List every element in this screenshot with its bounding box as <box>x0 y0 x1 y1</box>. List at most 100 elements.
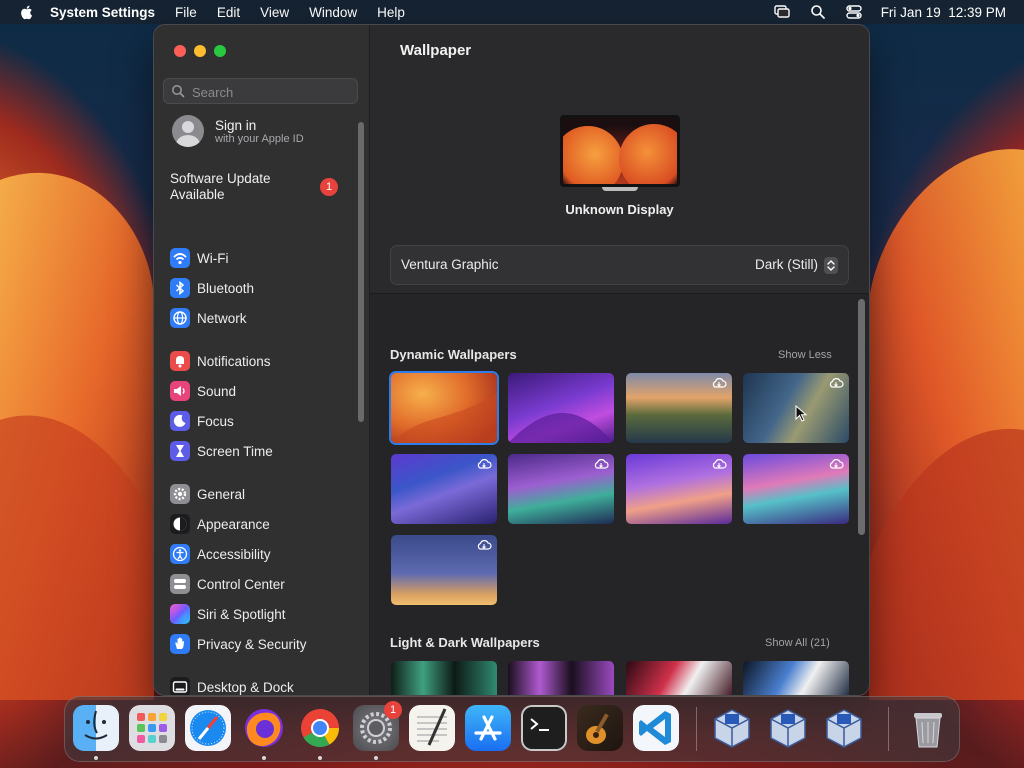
sidebar-item-signin[interactable]: Sign in with your Apple ID <box>172 115 304 147</box>
textedit-icon[interactable] <box>409 705 455 751</box>
wallpaper-thumb-big-sur-graphic-3[interactable] <box>626 454 732 524</box>
wallpaper-thumb-ventura-red[interactable] <box>626 661 732 695</box>
sidebar-scrollbar[interactable] <box>358 122 364 422</box>
accessibility-icon <box>170 544 190 564</box>
dock-icon <box>170 677 190 695</box>
spotlight-search-icon[interactable] <box>809 3 827 21</box>
sidebar-item-label: Sound <box>197 383 237 399</box>
wallpaper-gallery: Dynamic Wallpapers Show Less Light & Dar… <box>370 294 869 695</box>
screen-mirroring-icon[interactable] <box>773 3 791 21</box>
chrome-icon[interactable] <box>297 705 343 751</box>
wifi-icon <box>170 248 190 268</box>
wallpaper-thumb-catalina-coast[interactable] <box>743 373 849 443</box>
wallpaper-thumb-imac-green[interactable] <box>391 661 497 695</box>
light-dark-wallpapers-heading: Light & Dark Wallpapers <box>390 635 540 650</box>
sidebar-item-network[interactable]: Network <box>170 306 355 330</box>
sidebar-item-label: Network <box>197 310 247 326</box>
vscode-icon[interactable] <box>633 705 679 751</box>
menu-window[interactable]: Window <box>309 5 357 20</box>
sidebar-item-focus[interactable]: Focus <box>170 409 355 433</box>
safari-icon[interactable] <box>185 705 231 751</box>
sidebar-item-label: Appearance <box>197 516 270 532</box>
finder-icon[interactable] <box>73 705 119 751</box>
trash-icon[interactable] <box>905 705 951 751</box>
control-center-icon <box>170 574 190 594</box>
apple-menu-icon[interactable] <box>18 3 36 21</box>
display-preview <box>560 115 680 191</box>
dock-settings-badge: 1 <box>384 701 402 719</box>
launchpad-icon[interactable] <box>129 705 175 751</box>
sidebar-item-label: Wi-Fi <box>197 250 229 266</box>
sidebar-item-notifications[interactable]: Notifications <box>170 349 355 373</box>
wallpaper-thumb-ventura-blue[interactable] <box>743 661 849 695</box>
sidebar-item-label: Notifications <box>197 353 271 369</box>
wallpaper-thumb-ventura[interactable] <box>391 373 497 443</box>
menu-file[interactable]: File <box>175 5 197 20</box>
show-less-button[interactable]: Show Less <box>778 349 832 361</box>
download-cloud-icon <box>829 459 844 469</box>
control-center-menu-icon[interactable] <box>845 3 863 21</box>
download-cloud-icon <box>594 459 609 469</box>
sidebar-item-label: Focus <box>197 413 234 429</box>
moon-icon <box>170 411 190 431</box>
menu-app-name[interactable]: System Settings <box>50 5 155 20</box>
app-store-icon[interactable] <box>465 705 511 751</box>
sidebar-item-sound[interactable]: Sound <box>170 379 355 403</box>
menu-view[interactable]: View <box>260 5 289 20</box>
sidebar-item-label: Siri & Spotlight <box>197 606 286 622</box>
wallpaper-thumb-big-sur-graphic-2[interactable] <box>508 454 614 524</box>
sidebar-item-siri-spotlight[interactable]: Siri & Spotlight <box>170 602 355 626</box>
speaker-icon <box>170 381 190 401</box>
sidebar-item-control-center[interactable]: Control Center <box>170 572 355 596</box>
sidebar-item-bluetooth[interactable]: Bluetooth <box>170 276 355 300</box>
virtualbox-icon[interactable] <box>821 705 867 751</box>
sidebar-item-label: Privacy & Security <box>197 636 307 652</box>
wallpaper-thumb-big-sur-graphic-1[interactable] <box>391 454 497 524</box>
sidebar-item-label: Accessibility <box>197 546 271 562</box>
wallpaper-selector[interactable]: Ventura Graphic Dark (Still) <box>390 245 849 285</box>
sidebar-item-accessibility[interactable]: Accessibility <box>170 542 355 566</box>
wallpaper-mode[interactable]: Dark (Still) <box>755 257 818 272</box>
wallpaper-thumb-catalina-island[interactable] <box>626 373 732 443</box>
virtualbox-icon[interactable] <box>709 705 755 751</box>
bell-icon <box>170 351 190 371</box>
mouse-cursor-icon <box>795 405 808 422</box>
wallpaper-thumb-solar-gradients[interactable] <box>391 535 497 605</box>
window-controls <box>174 45 226 57</box>
siri-icon <box>170 604 190 624</box>
wallpaper-thumb-monterey[interactable] <box>508 373 614 443</box>
menu-help[interactable]: Help <box>377 5 405 20</box>
sidebar-item-screen-time[interactable]: Screen Time <box>170 439 355 463</box>
sidebar-item-label: Screen Time <box>197 443 273 459</box>
menu-bar: System Settings File Edit View Window He… <box>0 0 1024 24</box>
appearance-icon <box>170 514 190 534</box>
firefox-icon[interactable] <box>241 705 287 751</box>
search-input[interactable] <box>190 81 354 103</box>
zoom-window-button[interactable] <box>214 45 226 57</box>
sidebar-item-general[interactable]: General <box>170 482 355 506</box>
show-all-button[interactable]: Show All (21) <box>765 637 830 649</box>
gallery-scrollbar[interactable] <box>858 299 865 535</box>
updown-chevron-icon[interactable] <box>824 257 838 274</box>
globe-icon <box>170 308 190 328</box>
terminal-icon[interactable] <box>521 705 567 751</box>
sidebar-item-wi-fi[interactable]: Wi-Fi <box>170 246 355 270</box>
minimize-window-button[interactable] <box>194 45 206 57</box>
sidebar-item-appearance[interactable]: Appearance <box>170 512 355 536</box>
menu-clock[interactable]: Fri Jan 19 12:39 PM <box>881 5 1006 20</box>
close-window-button[interactable] <box>174 45 186 57</box>
virtualbox-icon[interactable] <box>765 705 811 751</box>
wallpaper-name: Ventura Graphic <box>401 257 499 272</box>
page-title: Wallpaper <box>400 42 472 59</box>
sidebar-item-desktop-dock[interactable]: Desktop & Dock <box>170 675 355 695</box>
garageband-icon[interactable] <box>577 705 623 751</box>
wallpaper-thumb-big-sur-graphic-4[interactable] <box>743 454 849 524</box>
wallpaper-pane: Wallpaper Unknown Display Ventura Graphi… <box>370 25 869 695</box>
display-name: Unknown Display <box>565 202 674 217</box>
sidebar-search <box>163 78 358 104</box>
sidebar-item-privacy-security[interactable]: Privacy & Security <box>170 632 355 656</box>
menu-edit[interactable]: Edit <box>217 5 240 20</box>
dock: 1 <box>64 696 960 762</box>
hand-icon <box>170 634 190 654</box>
wallpaper-thumb-imac-purple[interactable] <box>508 661 614 695</box>
